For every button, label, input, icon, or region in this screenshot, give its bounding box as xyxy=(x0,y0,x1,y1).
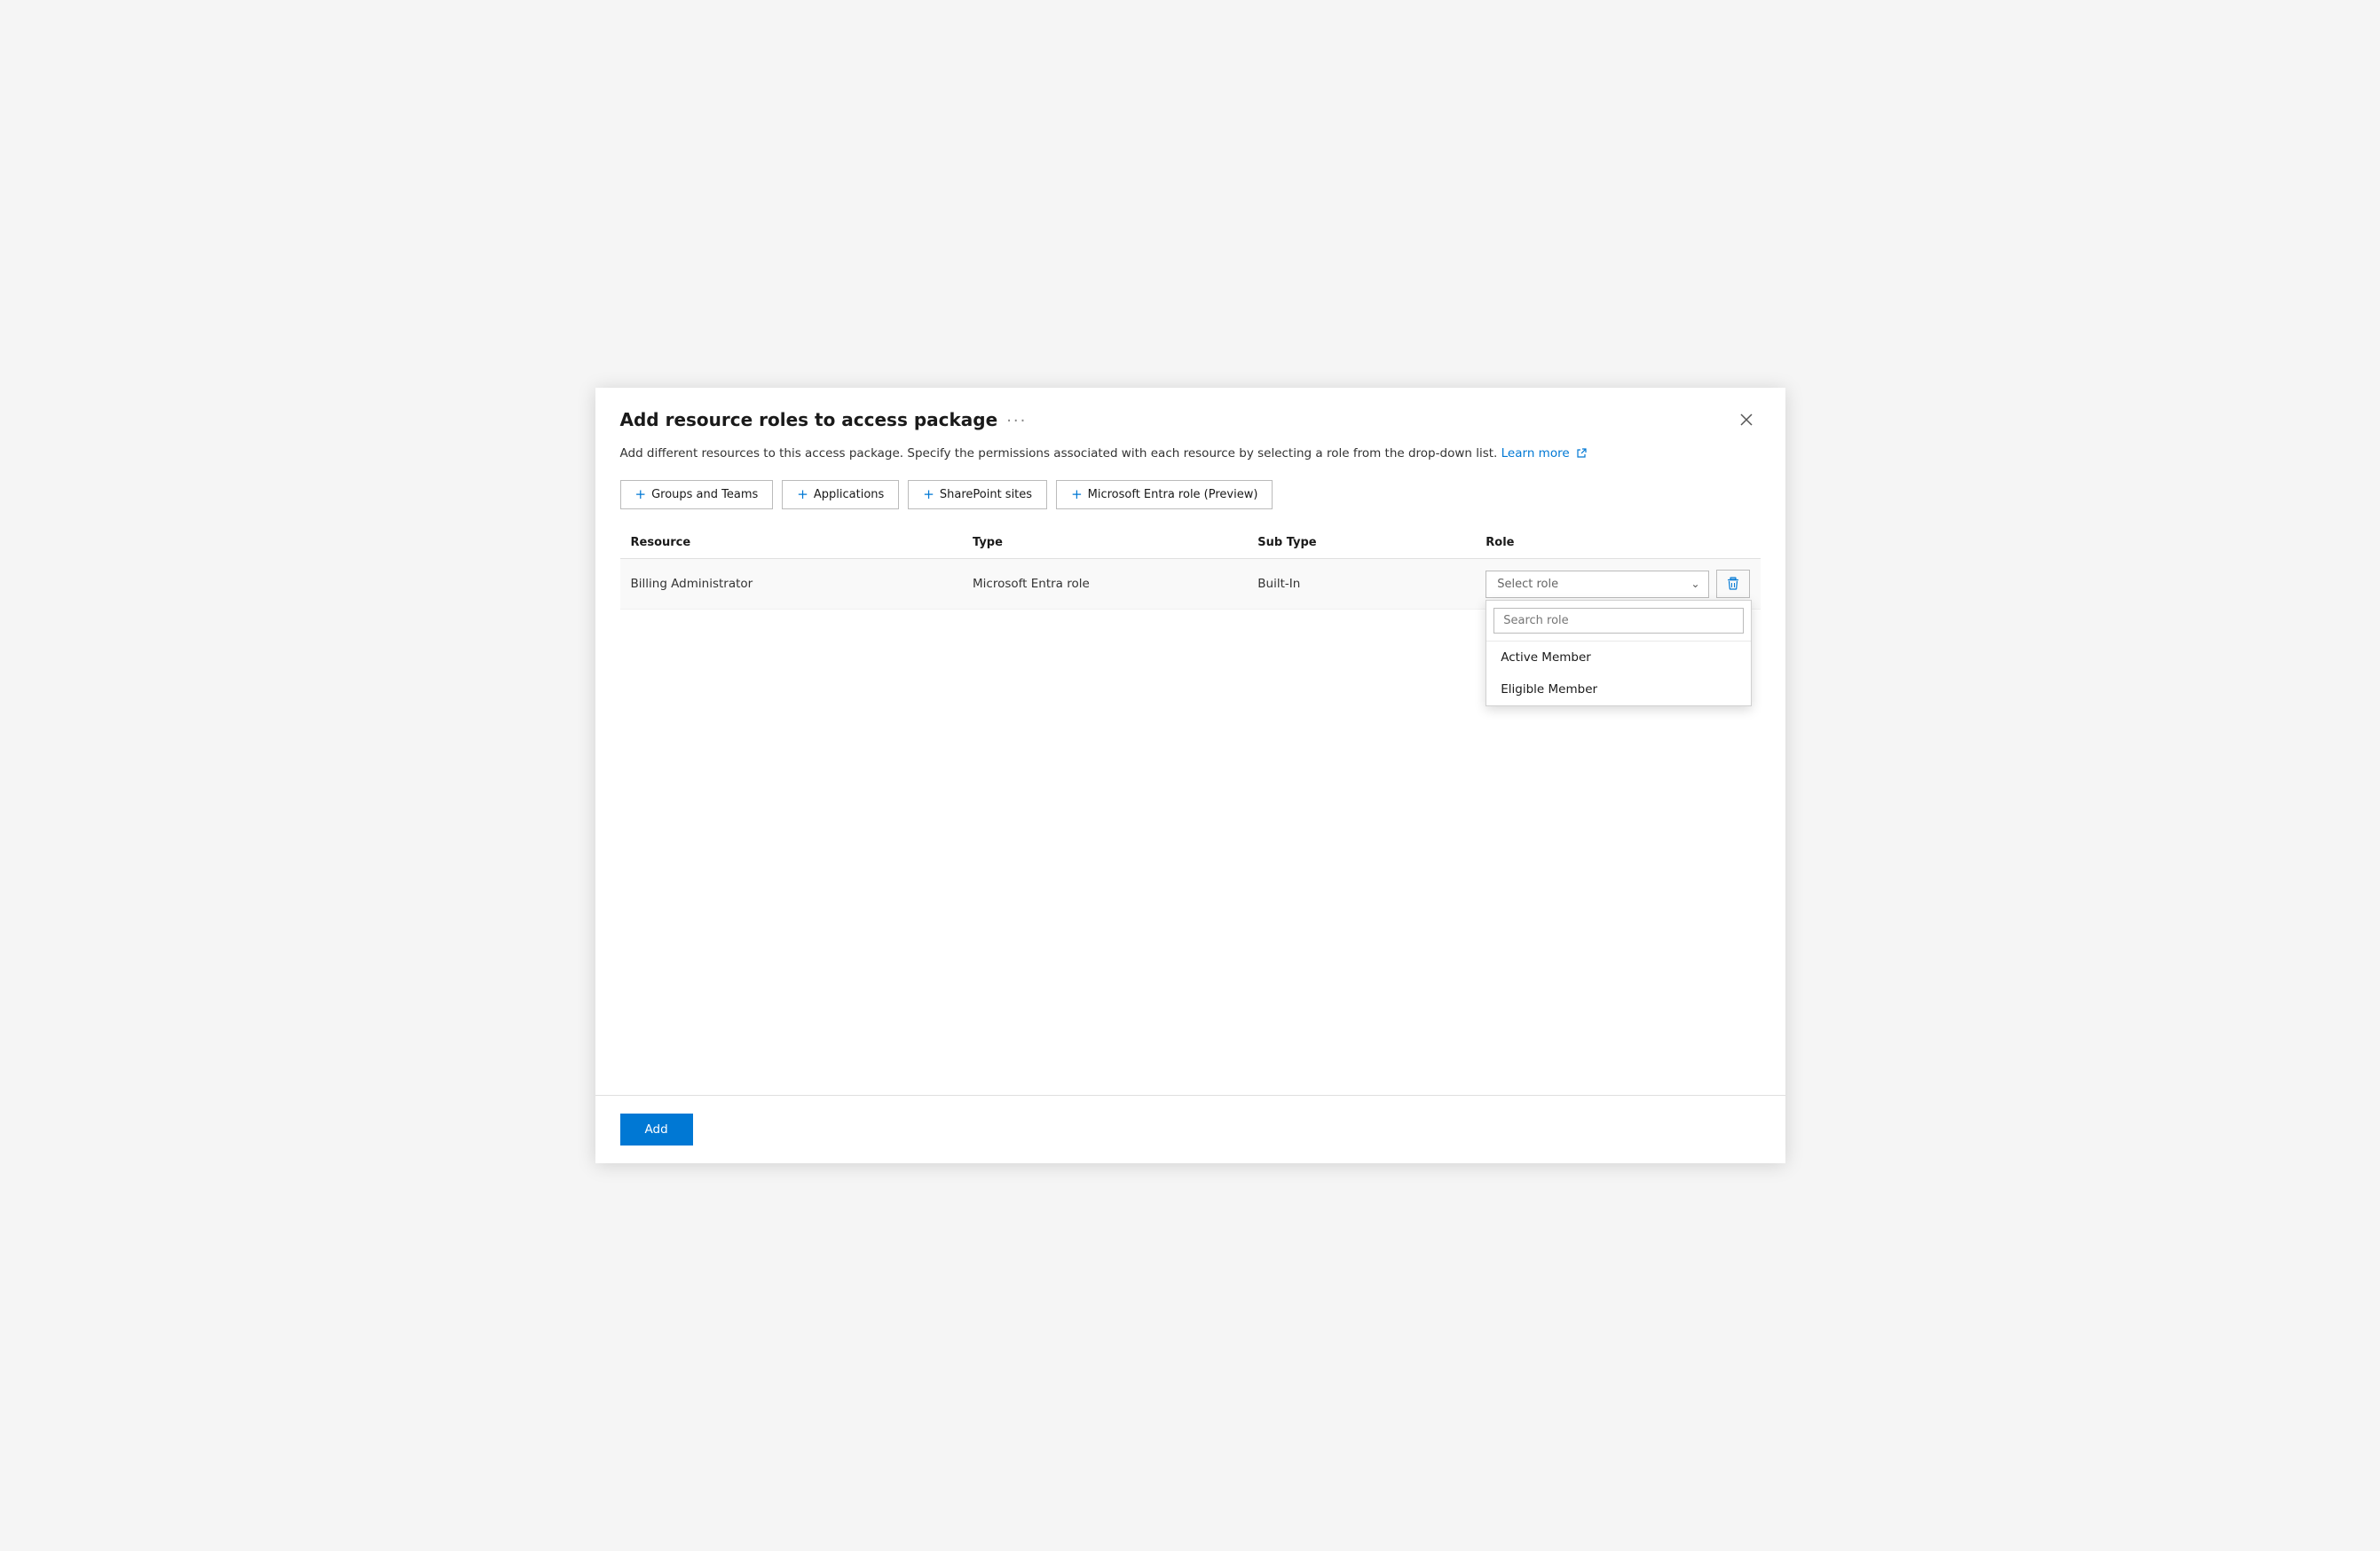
learn-more-link[interactable]: Learn more xyxy=(1501,446,1587,461)
close-button[interactable] xyxy=(1732,409,1761,430)
groups-teams-label: Groups and Teams xyxy=(651,488,758,501)
dialog: Add resource roles to access package ···… xyxy=(595,388,1785,1163)
delete-row-button[interactable] xyxy=(1716,570,1750,598)
role-dropdown-panel: Active Member Eligible Member xyxy=(1486,600,1752,706)
close-icon xyxy=(1739,413,1753,427)
table-body: Billing Administrator Microsoft Entra ro… xyxy=(620,559,1761,610)
applications-button[interactable]: + Applications xyxy=(782,480,899,509)
microsoft-entra-role-label: Microsoft Entra role (Preview) xyxy=(1088,488,1258,501)
search-role-input[interactable] xyxy=(1493,608,1744,634)
select-role-button[interactable]: Select role ⌄ xyxy=(1486,571,1708,598)
plus-icon: + xyxy=(797,488,808,501)
dialog-title: Add resource roles to access package xyxy=(620,409,998,430)
microsoft-entra-role-button[interactable]: + Microsoft Entra role (Preview) xyxy=(1056,480,1273,509)
chevron-down-icon: ⌄ xyxy=(1690,578,1699,590)
column-header-type: Type xyxy=(962,527,1247,559)
sharepoint-sites-label: SharePoint sites xyxy=(940,488,1032,501)
select-role-wrapper: Select role ⌄ Active Member Eligible xyxy=(1486,571,1708,598)
dropdown-item-eligible-member[interactable]: Eligible Member xyxy=(1486,673,1751,705)
add-button[interactable]: Add xyxy=(620,1114,693,1146)
role-cell-inner: Select role ⌄ Active Member Eligible xyxy=(1486,570,1749,598)
table-container: Resource Type Sub Type Role Billing Admi… xyxy=(595,527,1785,1095)
applications-label: Applications xyxy=(814,488,884,501)
dropdown-item-active-member[interactable]: Active Member xyxy=(1486,642,1751,673)
dialog-header: Add resource roles to access package ··· xyxy=(595,388,1785,445)
title-row: Add resource roles to access package ··· xyxy=(620,409,1028,430)
external-link-icon xyxy=(1576,448,1587,459)
groups-teams-button[interactable]: + Groups and Teams xyxy=(620,480,774,509)
subtype-cell: Built-In xyxy=(1247,559,1475,610)
column-header-role: Role xyxy=(1475,527,1760,559)
select-role-placeholder: Select role xyxy=(1497,578,1558,591)
table-header: Resource Type Sub Type Role xyxy=(620,527,1761,559)
role-cell: Select role ⌄ Active Member Eligible xyxy=(1475,559,1760,610)
resource-roles-table: Resource Type Sub Type Role Billing Admi… xyxy=(620,527,1761,610)
table-row: Billing Administrator Microsoft Entra ro… xyxy=(620,559,1761,610)
trash-icon xyxy=(1726,577,1740,591)
plus-icon: + xyxy=(635,488,647,501)
dialog-ellipsis: ··· xyxy=(1006,412,1027,430)
dialog-description: Add different resources to this access p… xyxy=(595,445,1785,480)
plus-icon: + xyxy=(923,488,934,501)
column-header-resource: Resource xyxy=(620,527,963,559)
dialog-footer: Add xyxy=(595,1095,1785,1163)
dropdown-search-wrapper xyxy=(1486,601,1751,642)
toolbar: + Groups and Teams + Applications + Shar… xyxy=(595,480,1785,527)
sharepoint-sites-button[interactable]: + SharePoint sites xyxy=(908,480,1047,509)
type-cell: Microsoft Entra role xyxy=(962,559,1247,610)
resource-cell: Billing Administrator xyxy=(620,559,963,610)
column-header-subtype: Sub Type xyxy=(1247,527,1475,559)
plus-icon: + xyxy=(1071,488,1083,501)
